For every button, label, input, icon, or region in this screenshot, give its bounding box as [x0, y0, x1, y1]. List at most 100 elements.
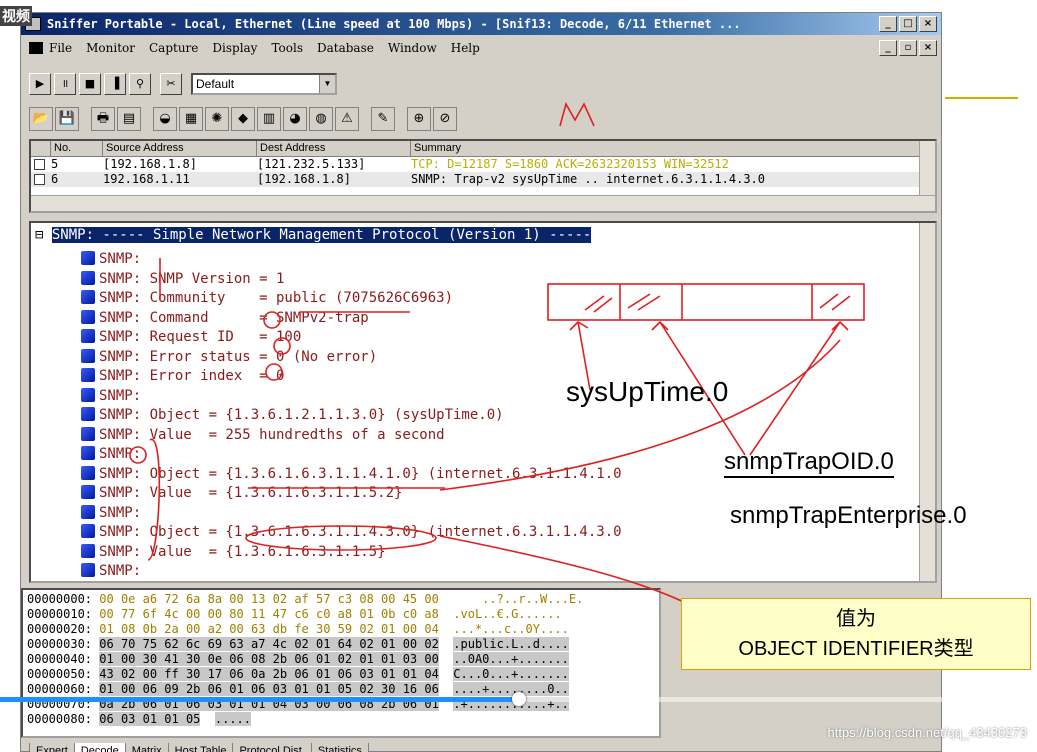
column-summary[interactable]: Summary — [411, 141, 921, 157]
alarm-log-icon[interactable]: ⚠ — [335, 107, 359, 131]
dashboard-icon[interactable]: ◒ — [153, 107, 177, 131]
open-icon[interactable]: 📂 — [29, 107, 53, 131]
host-table-icon[interactable]: ▦ — [179, 107, 203, 131]
hex-address: 00000000: — [27, 592, 93, 606]
global-statistics-icon[interactable]: ◍ — [309, 107, 333, 131]
decode-line[interactable]: SNMP: Value = {1.3.6.1.6.3.1.1.5.2} — [81, 484, 402, 504]
decode-line[interactable]: SNMP: Request ID = 100 — [81, 328, 301, 348]
minimize-button[interactable]: _ — [879, 16, 897, 32]
decode-line-text: SNMP: — [99, 446, 142, 462]
define-filter-icon[interactable]: ✂ — [160, 73, 182, 95]
hex-bytes: 01 00 30 41 30 0e 06 08 2b 06 01 02 01 0… — [99, 652, 439, 666]
doc-restore-button[interactable]: ▫ — [899, 40, 917, 56]
packet-list-hscroll[interactable] — [31, 195, 935, 211]
save-icon[interactable]: 💾 — [55, 107, 79, 131]
video-progress-handle[interactable] — [511, 692, 526, 706]
video-progress-fill — [0, 697, 519, 702]
decode-line[interactable]: SNMP: Community = public (7075626C6963) — [81, 289, 453, 309]
binoculars-icon[interactable]: ⚲ — [129, 73, 151, 95]
decode-line[interactable]: SNMP: Object = {1.3.6.1.6.3.1.1.4.1.0} (… — [81, 465, 622, 485]
protocol-dist-icon[interactable]: ◕ — [283, 107, 307, 131]
menu-database[interactable]: Database — [317, 41, 374, 55]
decode-line[interactable]: SNMP: SNMP Version = 1 — [81, 270, 284, 290]
decode-line[interactable]: SNMP: Object = {1.3.6.1.6.3.1.1.4.3.0} (… — [81, 523, 622, 543]
pause-icon[interactable]: ॥ — [54, 73, 76, 95]
decode-line[interactable]: SNMP: Object = {1.3.6.1.2.1.1.3.0} (sysU… — [81, 406, 504, 426]
decode-line[interactable]: SNMP: — [81, 445, 141, 465]
decode-line[interactable]: SNMP: — [81, 250, 141, 270]
matrix-icon[interactable]: ✺ — [205, 107, 229, 131]
label-snmptrapenterprise: snmpTrapEnterprise.0 — [730, 502, 967, 529]
hex-bytes: 00 77 6f 4c 00 00 80 11 47 c6 c0 a8 01 0… — [99, 607, 439, 621]
column-source[interactable]: Source Address — [103, 141, 257, 157]
packet-list-header: No. Source Address Dest Address Summary — [31, 141, 935, 157]
hex-line[interactable]: 00000050: 43 02 00 ff 30 17 06 0a 2b 06 … — [27, 667, 569, 682]
application-response-icon[interactable]: ◆ — [231, 107, 255, 131]
document-icon[interactable] — [29, 42, 43, 54]
column-check — [31, 141, 51, 157]
hex-line[interactable]: 00000030: 06 70 75 62 6c 69 63 a7 4c 02 … — [27, 637, 569, 652]
menu-display[interactable]: Display — [212, 41, 257, 55]
tab-statistics[interactable]: Statistics — [310, 743, 369, 752]
tab-decode[interactable]: Decode — [73, 743, 126, 752]
menu-capture[interactable]: Capture — [149, 41, 198, 55]
decode-header[interactable]: ⊟ SNMP: ----- Simple Network Management … — [35, 227, 592, 243]
tab-host-table[interactable]: Host Table — [167, 743, 234, 752]
menu-monitor[interactable]: Monitor — [86, 41, 135, 55]
maximize-button[interactable]: □ — [899, 16, 917, 32]
filter-select[interactable]: Default ▼ — [191, 73, 337, 95]
menu-file[interactable]: File — [49, 41, 72, 55]
print-icon[interactable]: 🖶 — [91, 107, 115, 131]
cell-no: 5 — [51, 157, 59, 171]
hex-line[interactable]: 00000000: 00 0e a6 72 6a 8a 00 13 02 af … — [27, 592, 583, 607]
menu-window[interactable]: Window — [388, 41, 437, 55]
video-progress-bar[interactable] — [0, 692, 1037, 706]
row-checkbox[interactable] — [31, 157, 51, 172]
decode-line-text: SNMP: Community = public (7075626C6963) — [99, 290, 454, 306]
menu-help[interactable]: Help — [451, 41, 480, 55]
stop-icon[interactable]: ■ — [79, 73, 101, 95]
column-dest[interactable]: Dest Address — [257, 141, 411, 157]
cell-source: [192.168.1.8] — [103, 157, 197, 171]
close-button[interactable]: × — [919, 16, 937, 32]
history-samples-icon[interactable]: ▥ — [257, 107, 281, 131]
hex-bytes: 01 08 0b 2a 00 a2 00 63 db fe 30 59 02 0… — [99, 622, 439, 636]
decode-line[interactable]: SNMP: Error status = 0 (No error) — [81, 348, 377, 368]
print-preview-icon[interactable]: ▤ — [117, 107, 141, 131]
doc-close-button[interactable]: × — [919, 40, 937, 56]
hex-line[interactable]: 00000020: 01 08 0b 2a 00 a2 00 63 db fe … — [27, 622, 569, 637]
menu-tools[interactable]: Tools — [271, 41, 303, 55]
row-checkbox[interactable] — [31, 172, 51, 187]
decode-line[interactable]: SNMP: Value = 255 hundredths of a second — [81, 426, 445, 446]
decode-line[interactable]: SNMP: — [81, 562, 141, 581]
capture-panel-icon[interactable]: ⊕ — [407, 107, 431, 131]
stop-display-icon[interactable]: ▐ — [104, 73, 126, 95]
hex-ascii: ...*...c..0Y.... — [453, 622, 569, 636]
hex-line[interactable]: 00000010: 00 77 6f 4c 00 00 80 11 47 c6 … — [27, 607, 562, 622]
tab-protocol-dist[interactable]: Protocol Dist. — [232, 743, 312, 752]
table-row[interactable]: 6 192.168.1.11 [192.168.1.8] SNMP: Trap-… — [31, 172, 935, 187]
decode-line-text: SNMP: Value = {1.3.6.1.6.3.1.1.5.2} — [99, 485, 403, 501]
decode-line[interactable]: SNMP: — [81, 387, 141, 407]
cell-summary: SNMP: Trap-v2 sysUpTime .. internet.6.3.… — [411, 172, 766, 186]
hex-line[interactable]: 00000060: 01 00 06 09 2b 06 01 06 03 01 … — [27, 682, 569, 697]
column-no[interactable]: No. — [51, 141, 103, 157]
chevron-down-icon[interactable]: ▼ — [319, 75, 335, 93]
tab-expert[interactable]: Expert — [29, 743, 75, 752]
field-icon — [81, 465, 95, 480]
hex-line[interactable]: 00000040: 01 00 30 41 30 0e 06 08 2b 06 … — [27, 652, 569, 667]
reset-icon[interactable]: ⊘ — [433, 107, 457, 131]
decode-line[interactable]: SNMP: Value = {1.3.6.1.6.3.1.1.5} — [81, 543, 386, 563]
decode-line[interactable]: SNMP: — [81, 504, 141, 524]
filter-icon[interactable]: ✎ — [371, 107, 395, 131]
table-row[interactable]: 5 [192.168.1.8] [121.232.5.133] TCP: D=1… — [31, 157, 935, 172]
hex-line[interactable]: 00000080: 06 03 01 01 05 ..... — [27, 712, 251, 727]
field-icon — [81, 348, 95, 363]
tab-matrix[interactable]: Matrix — [124, 743, 169, 752]
start-capture-icon[interactable]: ▶ — [29, 73, 51, 95]
decode-line[interactable]: SNMP: Error index = 0 — [81, 367, 284, 387]
decode-line[interactable]: SNMP: Command = SNMPv2-trap — [81, 309, 369, 329]
filter-select-value: Default — [196, 77, 235, 91]
document-window-controls: _ ▫ × — [879, 40, 937, 56]
doc-minimize-button[interactable]: _ — [879, 40, 897, 56]
